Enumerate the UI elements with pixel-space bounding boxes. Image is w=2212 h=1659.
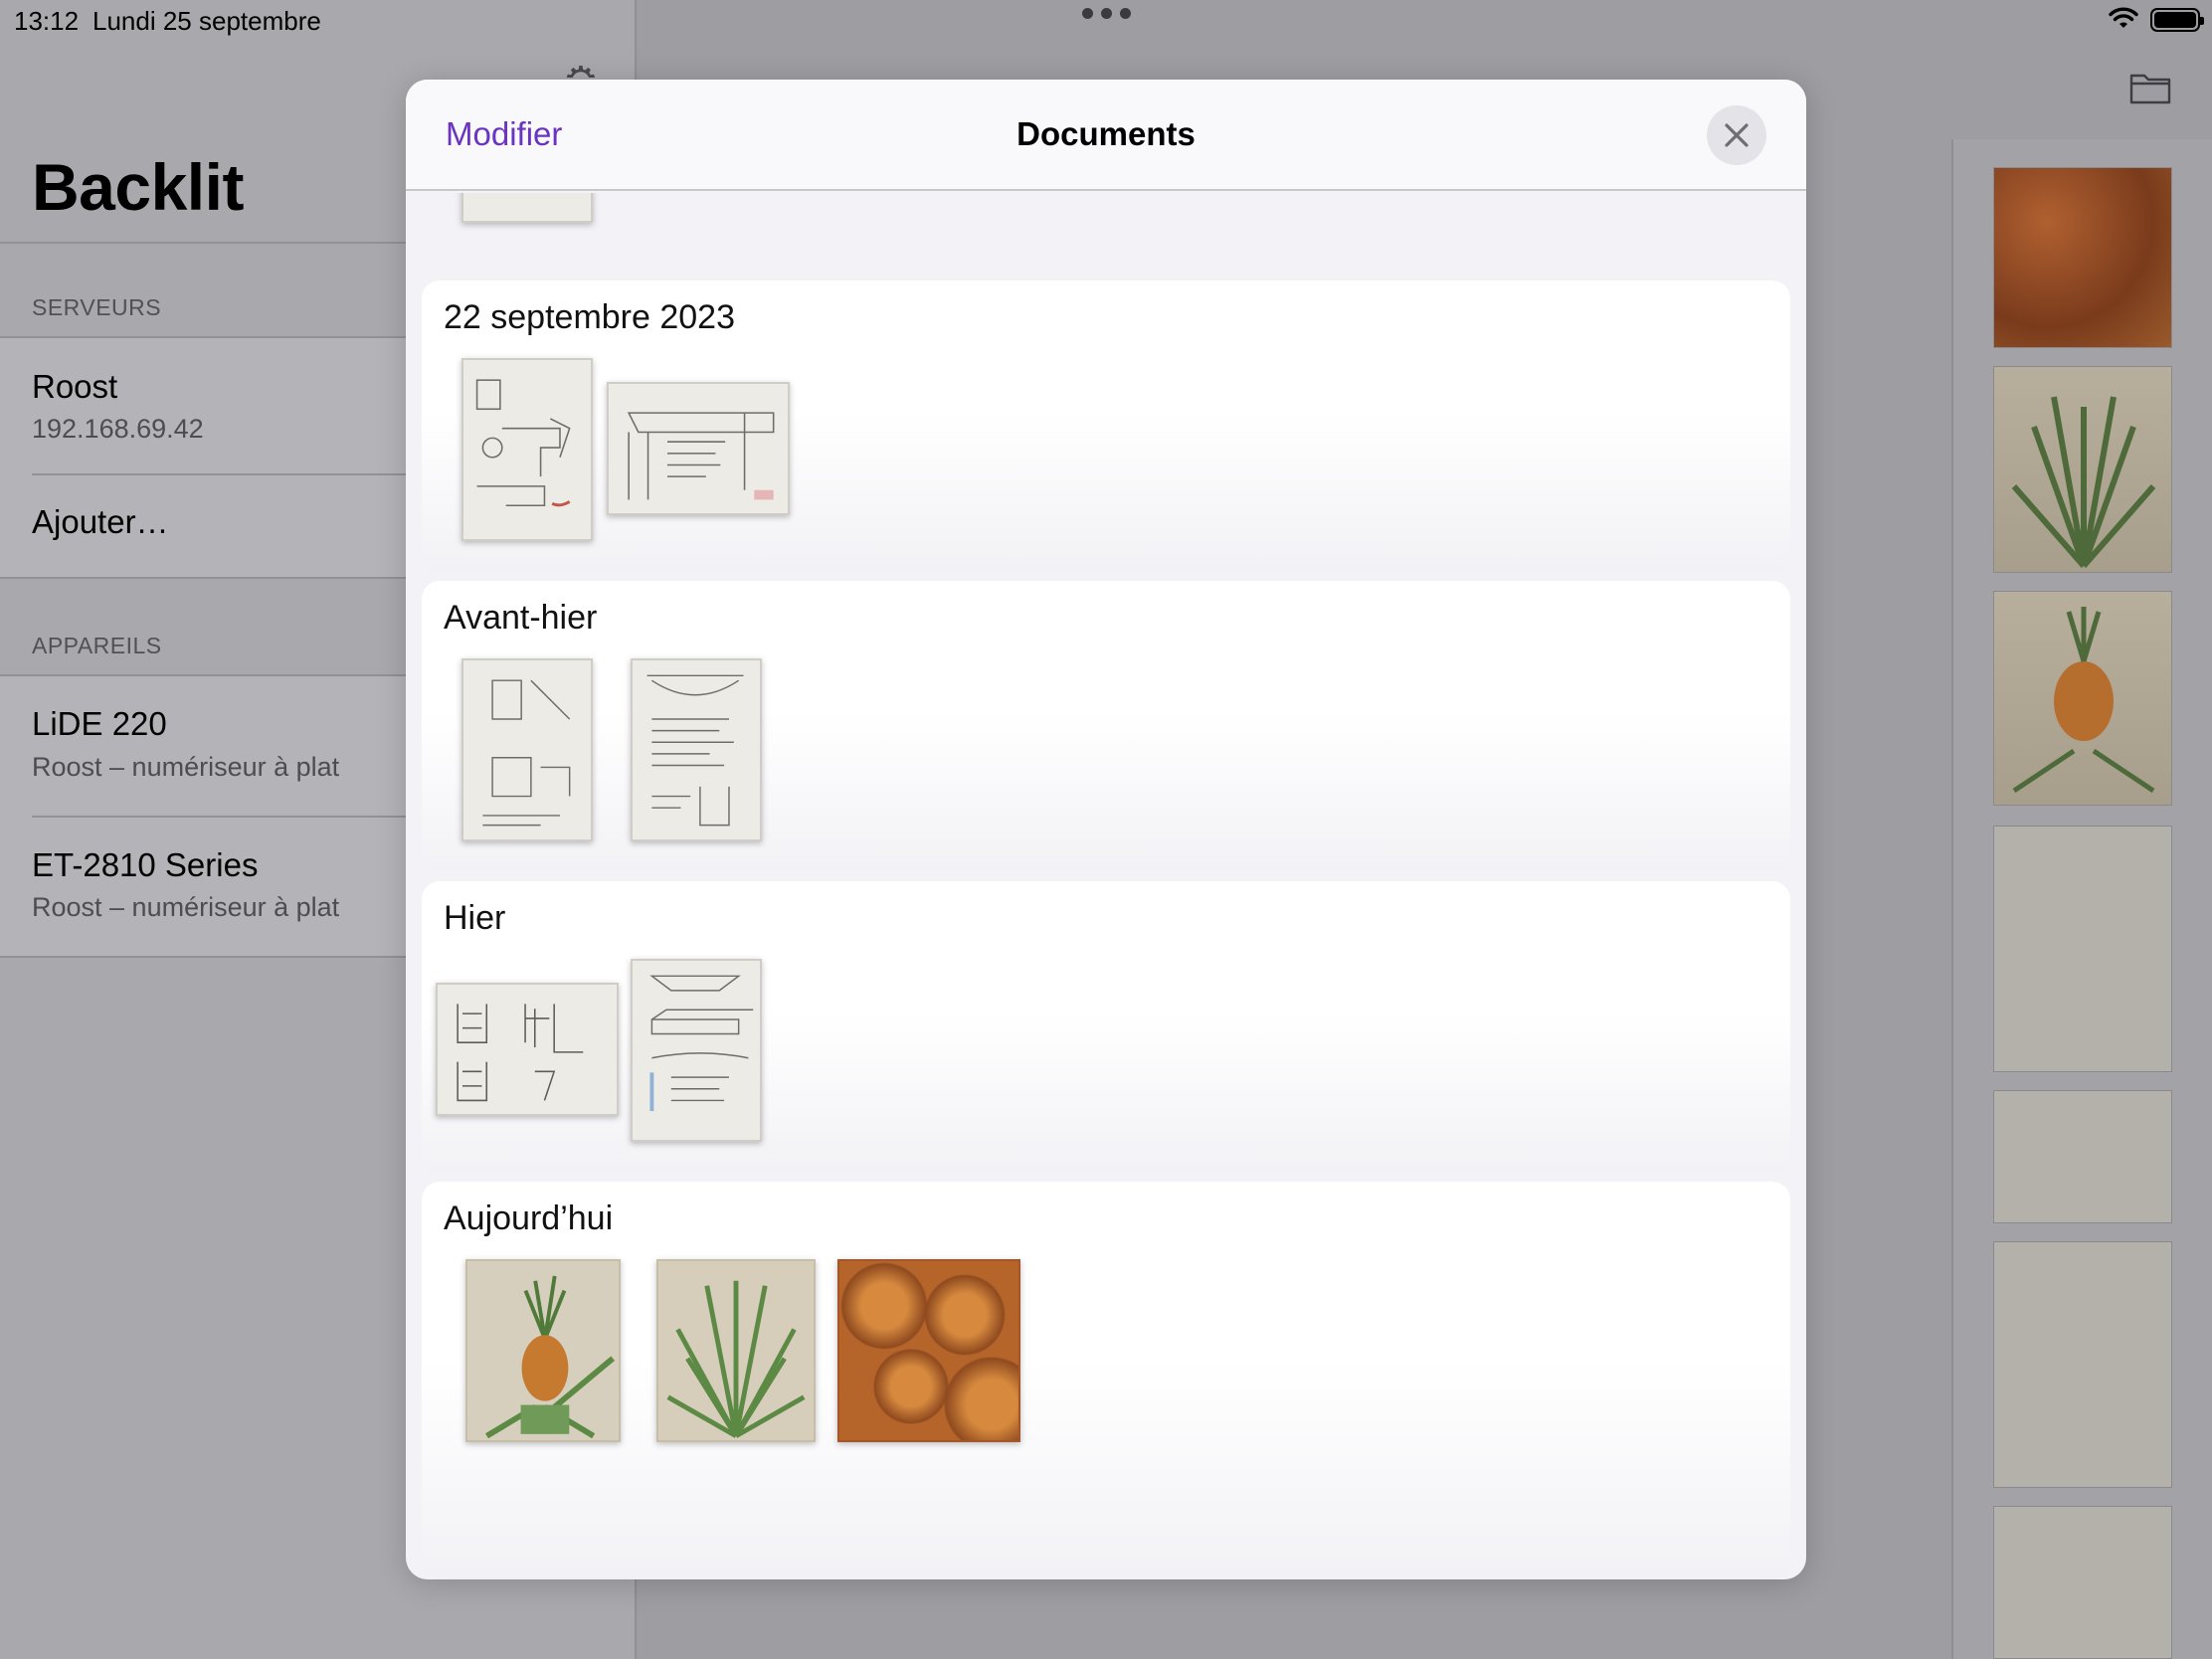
close-icon	[1725, 123, 1749, 147]
device-subtitle: Roost – numériseur à plat	[32, 752, 340, 782]
devices-header: APPAREILS	[32, 633, 162, 658]
document-thumbnail[interactable]	[837, 1259, 1020, 1442]
date-section: Hier	[422, 881, 1790, 1174]
document-thumbnail[interactable]	[465, 1259, 621, 1442]
documents-sheet: Modifier Documents 22 septembre 2023 Ava…	[406, 80, 1806, 1579]
status-time: 13:12	[14, 6, 80, 36]
section-title: Hier	[444, 899, 506, 937]
strip-thumbnail[interactable]	[1993, 1506, 2172, 1659]
device-subtitle: Roost – numériseur à plat	[32, 892, 340, 922]
device-name[interactable]: ET-2810 Series	[32, 846, 258, 884]
section-title: Avant-hier	[444, 599, 598, 637]
sheet-title: Documents	[1016, 115, 1196, 152]
section-title: 22 septembre 2023	[444, 298, 735, 336]
strip-thumbnail[interactable]	[1993, 366, 2172, 573]
document-thumbnail[interactable]	[656, 1259, 816, 1442]
date-section: Aujourd’hui	[422, 1182, 1790, 1579]
battery-icon	[2150, 8, 2204, 32]
status-date: Lundi 25 septembre	[92, 6, 321, 36]
wifi-icon	[2109, 7, 2138, 28]
document-thumbnail[interactable]	[461, 358, 593, 541]
section-title: Aujourd’hui	[444, 1199, 614, 1237]
document-thumbnail[interactable]	[436, 983, 619, 1116]
gear-icon[interactable]: ⚙	[563, 62, 603, 78]
strip-thumbnail[interactable]	[1993, 826, 2172, 1072]
servers-header: SERVEURS	[32, 294, 162, 320]
strip-thumbnail[interactable]	[1993, 167, 2172, 348]
document-thumbnail[interactable]	[461, 193, 593, 223]
strip-thumbnail[interactable]	[1993, 1090, 2172, 1223]
strip-thumbnail[interactable]	[1993, 591, 2172, 806]
multitasking-dots-icon[interactable]	[1082, 8, 1131, 19]
folder-icon[interactable]	[2128, 70, 2172, 105]
strip-thumbnail[interactable]	[1993, 1241, 2172, 1488]
date-section: 22 septembre 2023	[422, 280, 1790, 573]
document-thumbnail[interactable]	[631, 959, 762, 1142]
document-thumbnail[interactable]	[607, 382, 790, 515]
document-thumbnail[interactable]	[461, 658, 593, 841]
documents-list[interactable]: 22 septembre 2023 Avant-hier Hier Aujour…	[406, 193, 1806, 1579]
server-address: 192.168.69.42	[32, 414, 204, 444]
close-button[interactable]	[1707, 105, 1766, 165]
app-title: Backlit	[32, 150, 244, 224]
server-name[interactable]: Roost	[32, 368, 117, 406]
date-section: Avant-hier	[422, 581, 1790, 873]
sheet-header: Modifier Documents	[406, 80, 1806, 191]
document-thumbnail[interactable]	[631, 658, 762, 841]
device-name[interactable]: LiDE 220	[32, 705, 167, 743]
add-server-button[interactable]: Ajouter…	[32, 503, 169, 541]
